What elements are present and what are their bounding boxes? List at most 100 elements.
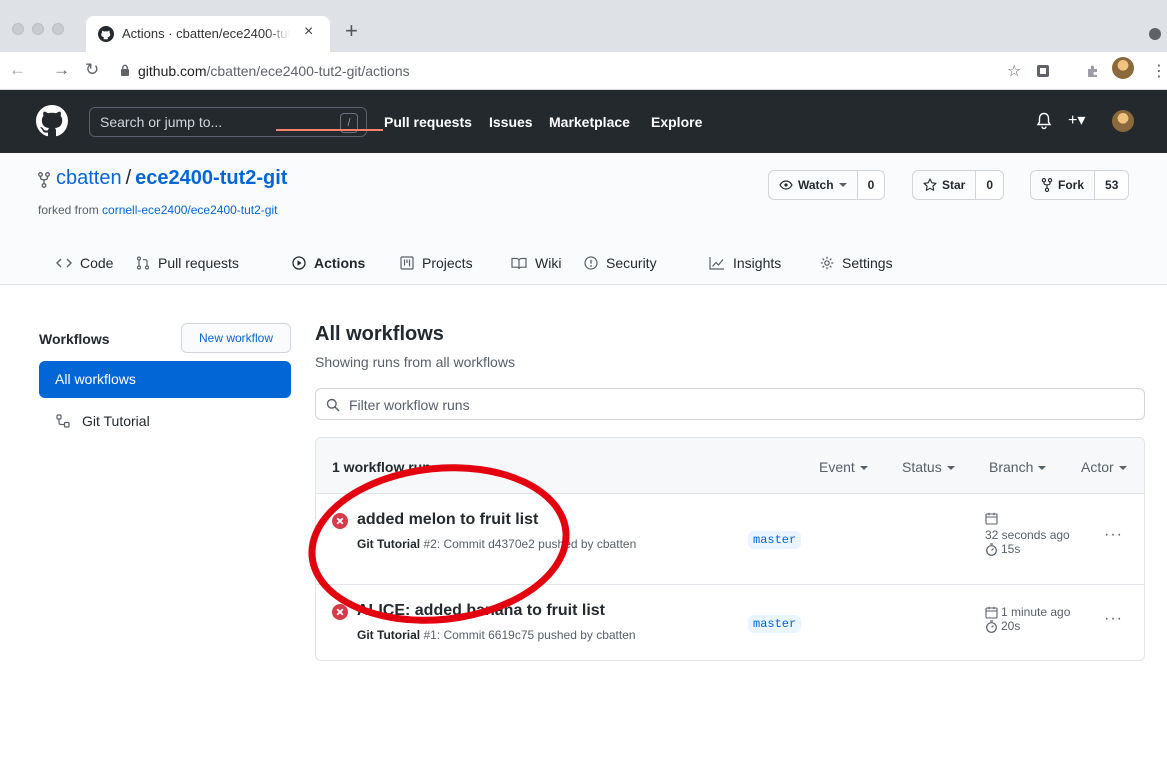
project-icon (400, 256, 414, 270)
fork-count[interactable]: 53 (1095, 171, 1129, 199)
run-more-options-icon[interactable]: ··· (1104, 526, 1123, 544)
branch-badge[interactable]: master (748, 531, 802, 549)
run-time-ago-line: 1 minute ago (985, 605, 1070, 619)
branch-filter-dropdown[interactable]: Branch (989, 459, 1047, 475)
star-count[interactable]: 0 (976, 171, 1004, 199)
window-close-button[interactable] (12, 23, 24, 35)
puzzle-extension-icon[interactable] (1086, 64, 1100, 78)
repo-header: cbatten / ece2400-tut2-git forked from cor… (0, 153, 1167, 285)
status-filter-dropdown[interactable]: Status (902, 459, 955, 475)
github-favicon-icon (98, 26, 114, 42)
run-time-ago: 1 minute ago (1001, 605, 1071, 619)
header-nav-explore[interactable]: Explore (651, 114, 702, 130)
star-button[interactable]: Star (913, 171, 977, 199)
watch-count[interactable]: 0 (857, 171, 885, 199)
fork-button[interactable]: Fork (1031, 171, 1096, 199)
new-workflow-button[interactable]: New workflow (181, 323, 291, 353)
browser-tab[interactable]: Actions · cbatten/ece2400-tut2-git × (86, 16, 330, 52)
code-icon (56, 258, 72, 268)
star-icon (923, 178, 937, 191)
browser-menu-icon[interactable]: ⋮ (1151, 61, 1167, 81)
tab-insights-label: Insights (733, 255, 782, 271)
tab-pull-requests[interactable]: Pull requests (136, 241, 239, 285)
tab-code[interactable]: Code (56, 241, 113, 285)
repo-tabs: Code Pull requests Actions Projects Wiki… (0, 241, 1167, 285)
header-nav-marketplace[interactable]: Marketplace (549, 114, 630, 130)
address-bar[interactable]: github.com/cbatten/ece2400-tut2-git/acti… (108, 57, 1008, 85)
tab-insights[interactable]: Insights (709, 241, 781, 285)
page-title: All workflows (315, 323, 444, 345)
run-more-options-icon[interactable]: ··· (1104, 610, 1123, 628)
window-zoom-button[interactable] (52, 23, 64, 35)
run-time-ago: 32 seconds ago (985, 528, 1070, 542)
tab-projects[interactable]: Projects (400, 241, 473, 285)
github-logo-icon[interactable] (36, 105, 68, 137)
tab-actions[interactable]: Actions (292, 241, 365, 285)
browser-menu-dot-icon[interactable] (1149, 28, 1161, 40)
repo-owner-link[interactable]: cbatten (56, 167, 122, 189)
repo-name-link[interactable]: ece2400-tut2-git (135, 167, 287, 189)
user-avatar[interactable] (1112, 110, 1134, 132)
browser-toolbar: ← → ↻ github.com/cbatten/ece2400-tut2-gi… (0, 52, 1167, 90)
window-minimize-button[interactable] (32, 23, 44, 35)
lock-icon (121, 64, 129, 76)
tab-settings[interactable]: Settings (820, 241, 893, 285)
extension-icon[interactable] (1036, 64, 1050, 78)
sidebar-item-label: Git Tutorial (82, 413, 150, 429)
fork-icon (1041, 178, 1053, 192)
search-input[interactable]: Search or jump to... / (89, 107, 367, 137)
sidebar-item-git-tutorial[interactable]: Git Tutorial (56, 413, 150, 429)
event-filter-label: Event (819, 459, 855, 475)
chevron-down-icon (1038, 466, 1047, 471)
watch-button[interactable]: Watch (769, 171, 858, 199)
branch-badge[interactable]: master (748, 615, 802, 633)
sidebar-item-all-workflows[interactable]: All workflows (39, 361, 291, 398)
forked-from-link[interactable]: cornell-ece2400/ece2400-tut2-git (102, 203, 277, 217)
repo-forked-icon (38, 172, 50, 188)
tab-security[interactable]: Security (584, 241, 657, 285)
workflow-runs-box: 1 workflow run Event Status Branch Actor… (315, 437, 1145, 661)
header-nav-pull-requests[interactable]: Pull requests (384, 114, 472, 130)
tab-wiki[interactable]: Wiki (511, 241, 561, 285)
star-button-group: Star 0 (912, 170, 1005, 200)
watch-label: Watch (798, 178, 834, 192)
reload-button[interactable]: ↻ (85, 60, 99, 80)
calendar-icon (985, 512, 998, 525)
actor-filter-dropdown[interactable]: Actor (1081, 459, 1127, 475)
run-title[interactable]: ALICE: added banana to fruit list (357, 602, 605, 620)
forked-prefix: forked from (38, 203, 103, 217)
calendar-icon (985, 606, 998, 619)
forward-button[interactable]: → (53, 60, 70, 80)
new-tab-button[interactable]: + (345, 20, 358, 42)
bookmark-star-icon[interactable]: ☆ (1007, 61, 1021, 81)
run-duration-line: 15s (985, 542, 1070, 556)
back-button[interactable]: ← (9, 60, 26, 80)
fork-label: Fork (1058, 178, 1085, 192)
run-duration-line: 20s (985, 619, 1070, 633)
notification-bell-icon[interactable] (1036, 112, 1052, 130)
repo-title-separator: / (125, 167, 132, 189)
chevron-down-icon (838, 183, 847, 187)
run-workflow-name: Git Tutorial (357, 537, 421, 551)
event-filter-dropdown[interactable]: Event (819, 459, 868, 475)
tab-close-icon[interactable]: × (304, 23, 313, 41)
shield-icon (584, 256, 598, 270)
page-subtitle: Showing runs from all workflows (315, 354, 515, 370)
run-timing: 32 seconds ago 15s (985, 512, 1070, 556)
header-nav-issues[interactable]: Issues (489, 114, 533, 130)
pull-request-icon (136, 256, 150, 270)
create-new-dropdown[interactable]: +▾ (1068, 110, 1085, 130)
run-workflow-name: Git Tutorial (357, 628, 421, 642)
table-row[interactable]: added melon to fruit list Git Tutorial #… (316, 494, 1144, 584)
browser-profile-avatar[interactable] (1112, 57, 1134, 79)
filter-placeholder: Filter workflow runs (349, 397, 470, 413)
star-label: Star (942, 178, 966, 192)
url-path: /cbatten/ece2400-tut2-git/actions (206, 63, 410, 79)
fork-button-group: Fork 53 (1030, 170, 1130, 200)
run-meta-text: #2: Commit d4370e2 pushed by cbatten (420, 537, 637, 551)
url-text: github.com/cbatten/ece2400-tut2-git/acti… (138, 63, 410, 79)
run-title[interactable]: added melon to fruit list (357, 511, 538, 529)
table-row[interactable]: ALICE: added banana to fruit list Git Tu… (316, 584, 1144, 660)
filter-workflow-runs-input[interactable]: Filter workflow runs (315, 388, 1145, 420)
watch-button-group: Watch 0 (768, 170, 886, 200)
